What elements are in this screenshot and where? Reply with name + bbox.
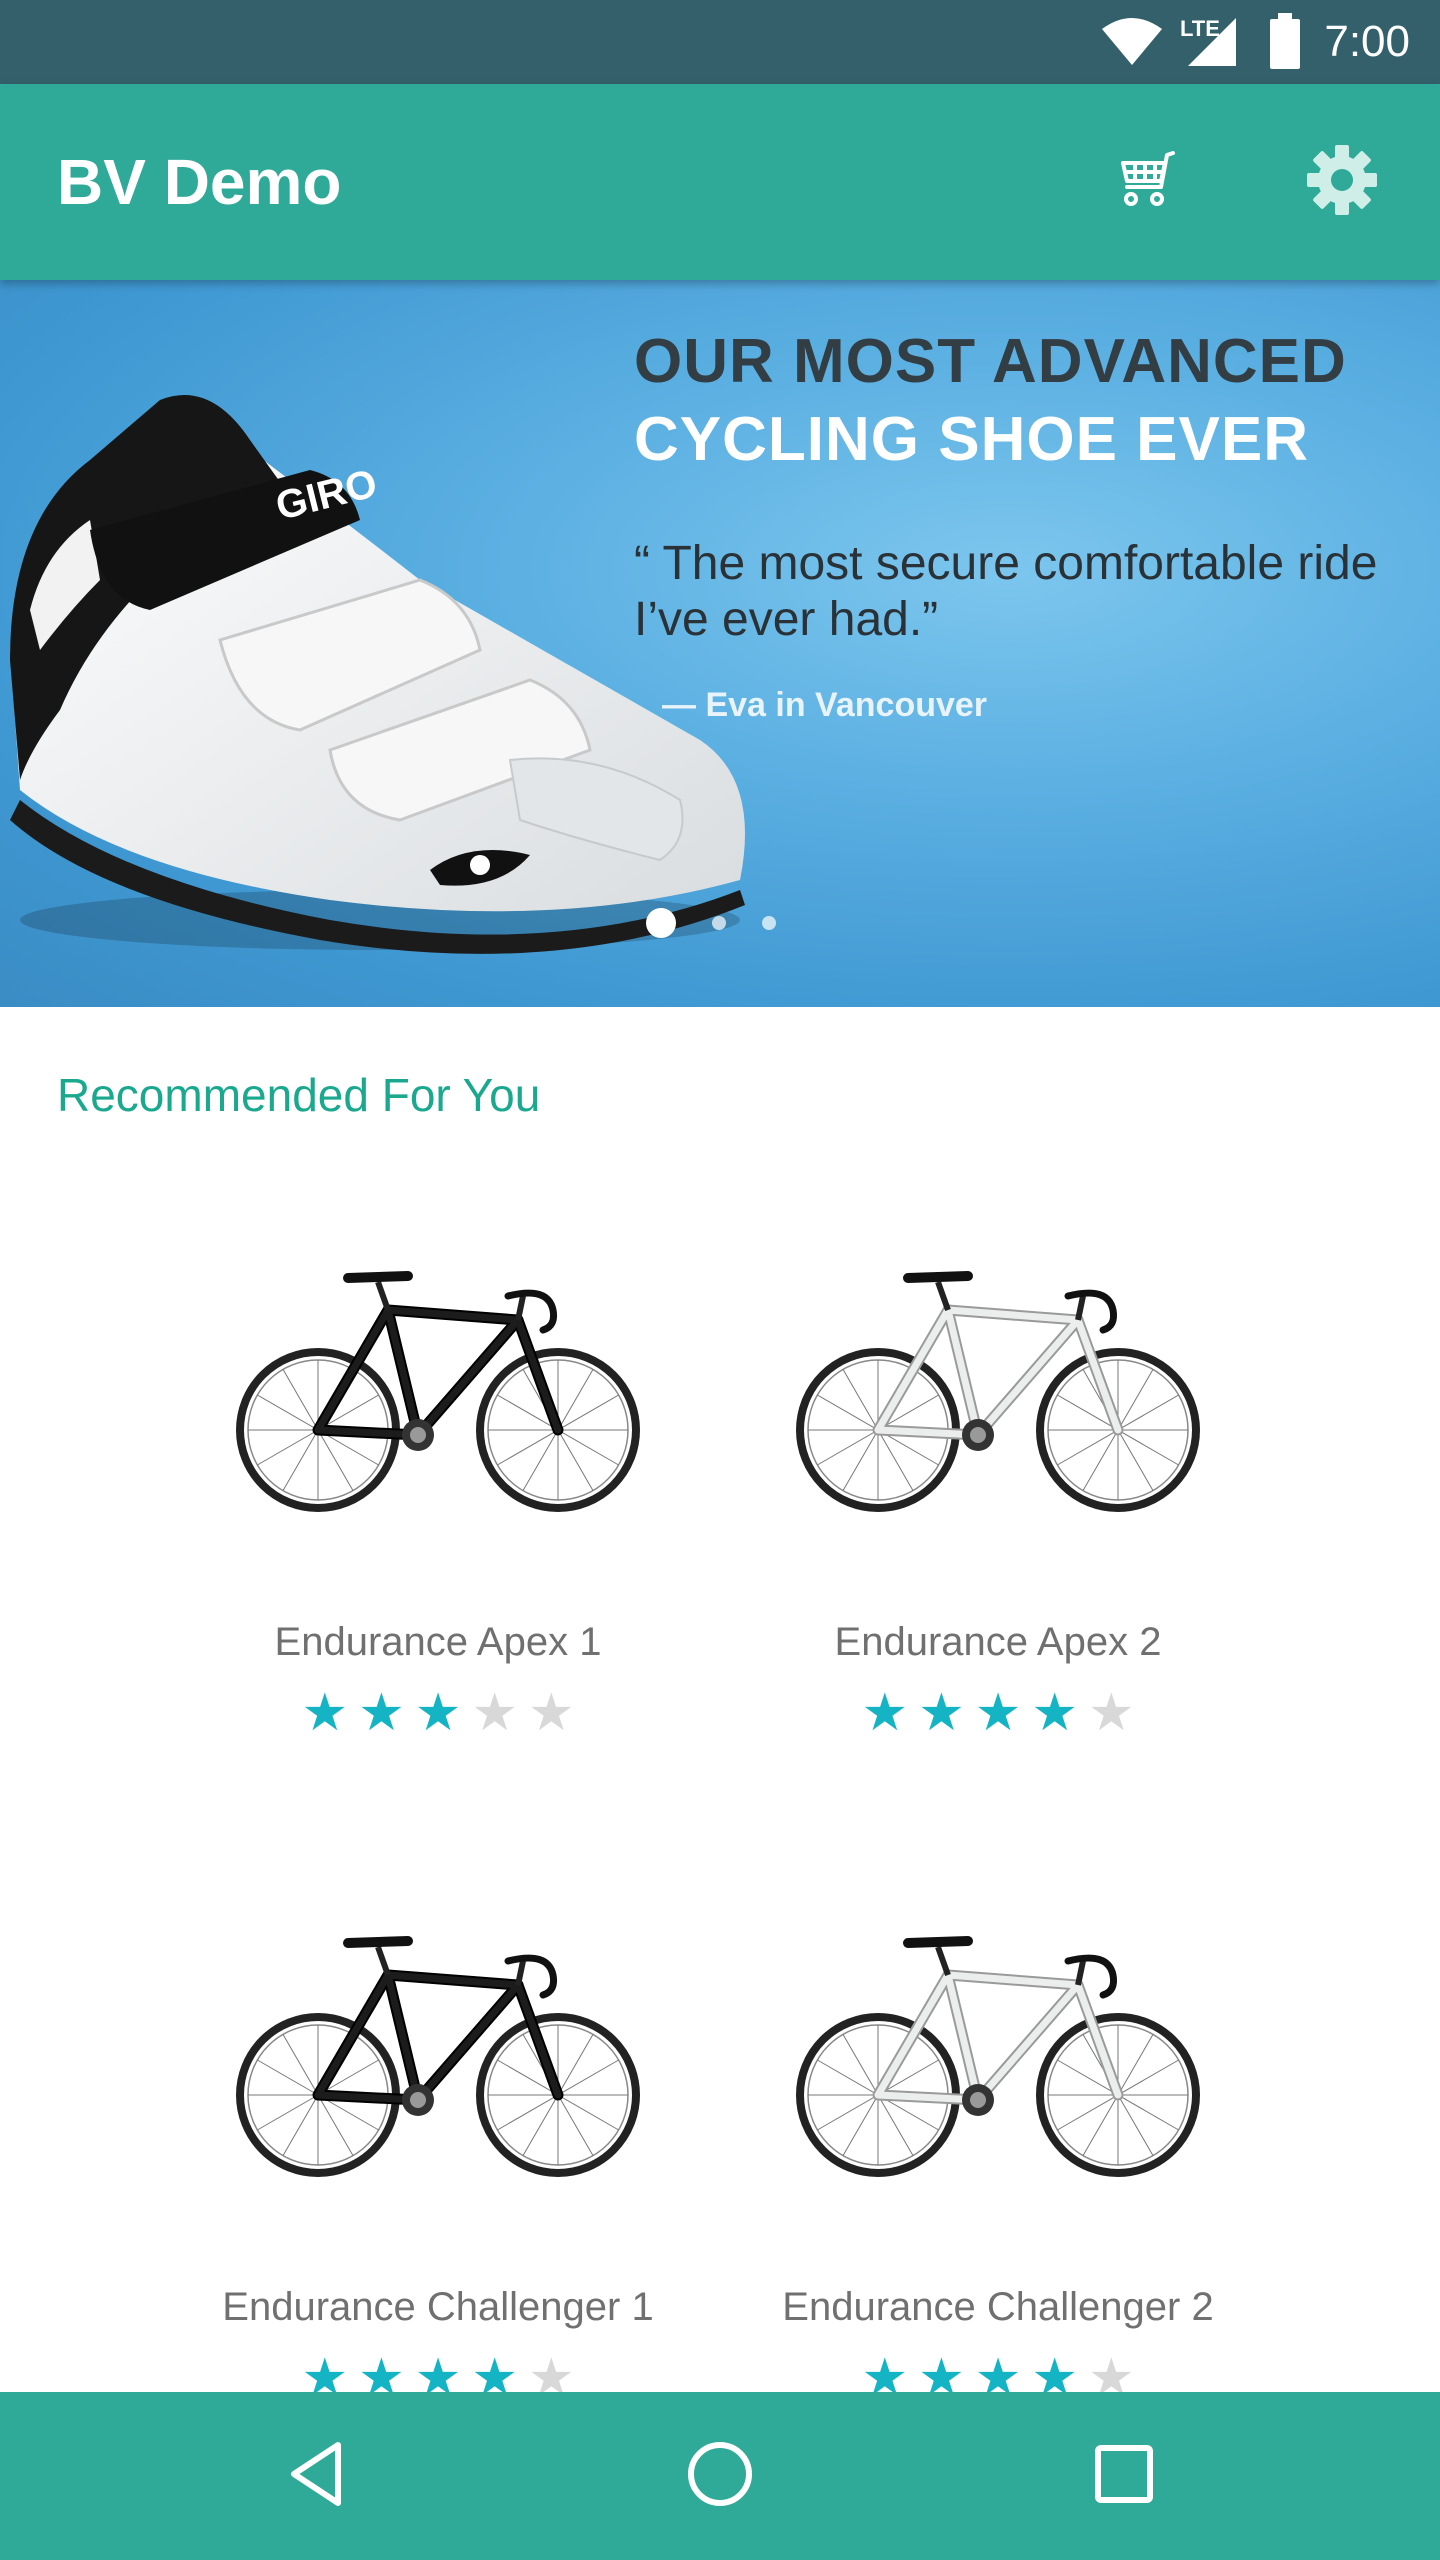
product-name[interactable]: Endurance Challenger 1	[158, 2285, 718, 2330]
settings-gear-icon	[1305, 143, 1379, 222]
recents-icon	[1093, 2443, 1155, 2510]
product-rating: ★ ★ ★ ★ ★	[158, 1685, 718, 1741]
cart-icon	[1113, 149, 1183, 216]
product-image[interactable]	[718, 1245, 1278, 1535]
hero-headline-line1: OUR MOST ADVANCED	[634, 327, 1347, 396]
product-image[interactable]	[158, 1245, 718, 1535]
star-filled-icon: ★	[1031, 1683, 1078, 1743]
battery-icon	[1268, 0, 1302, 84]
back-button[interactable]	[266, 2426, 366, 2526]
recents-button[interactable]	[1074, 2426, 1174, 2526]
settings-button[interactable]	[1294, 134, 1390, 230]
status-time: 7:00	[1324, 17, 1410, 66]
product-card[interactable]: Endurance Apex 1 ★ ★ ★ ★ ★	[158, 1245, 718, 1765]
cart-button[interactable]	[1100, 134, 1196, 230]
section-title-recommended: Recommended For You	[57, 1069, 541, 1121]
hero-quote: “ The most secure comfortable ride I’ve …	[634, 537, 1378, 646]
home-button[interactable]	[670, 2426, 770, 2526]
product-name[interactable]: Endurance Apex 2	[718, 1620, 1278, 1665]
system-nav-bar	[0, 2392, 1440, 2560]
back-icon	[286, 2439, 346, 2514]
product-rating: ★ ★ ★ ★ ★	[718, 1685, 1278, 1741]
product-image[interactable]	[158, 1910, 718, 2200]
app-bar: BV Demo	[0, 84, 1440, 280]
product-name[interactable]: Endurance Challenger 2	[718, 2285, 1278, 2330]
product-name[interactable]: Endurance Apex 1	[158, 1620, 718, 1665]
pager-dot-1[interactable]	[646, 908, 676, 938]
product-image[interactable]	[718, 1910, 1278, 2200]
home-icon	[685, 2439, 755, 2514]
star-empty-icon: ★	[527, 1683, 575, 1743]
star-filled-icon: ★	[861, 1683, 909, 1743]
star-filled-icon: ★	[358, 1683, 405, 1743]
star-filled-icon: ★	[918, 1683, 965, 1743]
product-card[interactable]: Endurance Challenger 1 ★ ★ ★ ★ ★	[158, 1910, 718, 2430]
pager-dot-2[interactable]	[712, 916, 726, 930]
carousel-pager[interactable]	[646, 908, 776, 938]
hero-headline-line2: CYCLING SHOE EVER	[634, 405, 1309, 474]
star-empty-icon: ★	[1087, 1683, 1135, 1743]
status-bar: LTE 7:00	[0, 0, 1440, 84]
product-card[interactable]: Endurance Apex 2 ★ ★ ★ ★ ★	[718, 1245, 1278, 1765]
app-title: BV Demo	[57, 146, 342, 218]
star-filled-icon: ★	[974, 1683, 1022, 1743]
lte-signal-icon: LTE	[1178, 0, 1240, 84]
hero-banner[interactable]: GIRO OUR MOST ADVANCED CYCLING SHOE EVER…	[0, 280, 1440, 1007]
wifi-icon	[1100, 0, 1164, 84]
star-filled-icon: ★	[414, 1683, 462, 1743]
hero-attribution: — Eva in Vancouver	[662, 686, 988, 724]
star-filled-icon: ★	[301, 1683, 349, 1743]
svg-text:LTE: LTE	[1180, 16, 1220, 41]
product-card[interactable]: Endurance Challenger 2 ★ ★ ★ ★ ★	[718, 1910, 1278, 2430]
star-empty-icon: ★	[471, 1683, 518, 1743]
pager-dot-3[interactable]	[762, 916, 776, 930]
